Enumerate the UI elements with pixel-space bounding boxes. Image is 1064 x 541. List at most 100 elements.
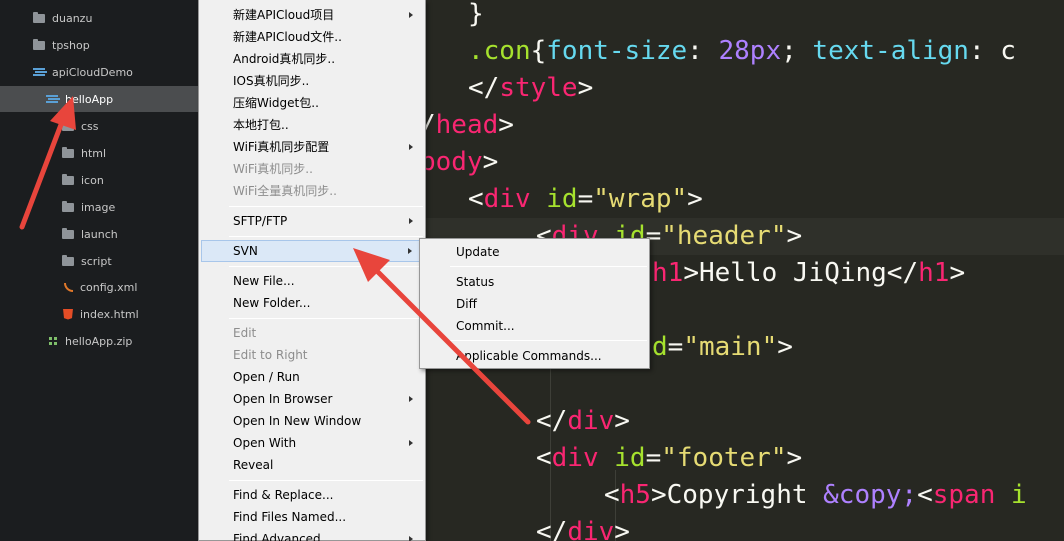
tree-item-index-html[interactable]: index.html xyxy=(0,301,198,327)
tree-item-script[interactable]: script xyxy=(0,248,198,274)
menu-item-label: Find Files Named... xyxy=(233,510,347,524)
code-token: div xyxy=(567,517,615,541)
menu-item-label: Commit... xyxy=(456,319,515,333)
submenu-arrow-icon xyxy=(409,144,413,150)
submenu-arrow-icon xyxy=(409,536,413,541)
tree-item-label: helloApp xyxy=(65,92,114,106)
menu-item-wifi-sync-config[interactable]: WiFi真机同步配置 xyxy=(201,136,423,158)
tree-item-label: duanzu xyxy=(52,11,93,25)
code-token: </ xyxy=(536,517,568,541)
menu-item-label: Status xyxy=(456,275,495,289)
menu-separator xyxy=(229,236,423,237)
project-tree[interactable]: duanzu tpshop apiCloudDemo helloApp css … xyxy=(0,0,200,541)
tree-item-config-xml[interactable]: config.xml xyxy=(0,274,198,300)
menu-separator xyxy=(229,480,423,481)
menu-item-label: 新建APICloud项目 xyxy=(233,8,335,22)
code-token: > xyxy=(498,110,514,140)
html5-file-icon xyxy=(63,308,73,320)
menu-item-reveal[interactable]: Reveal xyxy=(201,454,423,476)
menu-item-svn[interactable]: SVN xyxy=(201,240,423,262)
code-token: = xyxy=(667,332,684,362)
code-token: </ xyxy=(468,73,500,103)
code-token: > xyxy=(614,406,630,436)
code-token: &copy; xyxy=(823,480,918,510)
menu-separator xyxy=(229,206,423,207)
code-token: body xyxy=(420,147,483,177)
folder-icon xyxy=(33,38,45,50)
tree-item-label: image xyxy=(81,200,116,214)
tree-item-tpshop[interactable]: tpshop xyxy=(0,32,198,58)
code-token: h1 xyxy=(652,258,684,288)
tree-item-apiclouddemo[interactable]: apiCloudDemo xyxy=(0,59,198,85)
code-line: </div> xyxy=(536,514,630,541)
menu-item-compress-widget[interactable]: 压缩Widget包.. xyxy=(201,92,423,114)
tree-item-duanzu[interactable]: duanzu xyxy=(0,5,198,31)
menu-item-open-in-browser[interactable]: Open In Browser xyxy=(201,388,423,410)
tree-item-css[interactable]: css xyxy=(0,113,198,139)
code-token: "header" xyxy=(661,221,787,251)
menu-item-new-file[interactable]: New File... xyxy=(201,270,423,292)
code-token: < xyxy=(468,184,484,214)
menu-item-find-replace[interactable]: Find & Replace... xyxy=(201,484,423,506)
menu-item-open-run[interactable]: Open / Run xyxy=(201,366,423,388)
menu-item-new-folder[interactable]: New Folder... xyxy=(201,292,423,314)
code-token: < xyxy=(917,480,933,510)
menu-item-local-package[interactable]: 本地打包.. xyxy=(201,114,423,136)
tree-item-icon[interactable]: icon xyxy=(0,167,198,193)
code-token: h1 xyxy=(918,258,950,288)
context-menu[interactable]: 新建APICloud项目 新建APICloud文件.. Android真机同步.… xyxy=(198,0,426,541)
menu-item-android-sync[interactable]: Android真机同步.. xyxy=(201,48,423,70)
code-token: "footer" xyxy=(661,443,787,473)
tree-item-label: tpshop xyxy=(52,38,90,52)
menu-item-label: Open In Browser xyxy=(233,392,333,406)
menu-item-svn-status[interactable]: Status xyxy=(422,271,647,293)
menu-item-open-in-new-window[interactable]: Open In New Window xyxy=(201,410,423,432)
tree-item-helloapp[interactable]: helloApp xyxy=(0,86,198,112)
zip-file-icon xyxy=(48,336,58,346)
tree-item-label: apiCloudDemo xyxy=(52,65,133,79)
code-token: > xyxy=(777,332,793,362)
menu-item-find-files-named[interactable]: Find Files Named... xyxy=(201,506,423,528)
tree-item-label: html xyxy=(81,146,107,160)
code-token: h5 xyxy=(619,480,651,510)
code-token: > xyxy=(949,258,966,288)
code-token: span xyxy=(932,480,996,510)
code-token: >Hello JiQing</ xyxy=(683,258,919,288)
tree-item-html[interactable]: html xyxy=(0,140,198,166)
menu-item-label: Open In New Window xyxy=(233,414,362,428)
code-token: div xyxy=(551,443,599,473)
code-token: 28px xyxy=(718,36,782,66)
menu-item-new-apicloud-file[interactable]: 新建APICloud文件.. xyxy=(201,26,423,48)
menu-item-label: Edit to Right xyxy=(233,348,308,362)
code-token: div xyxy=(567,406,615,436)
code-line: <div id="footer"> xyxy=(536,440,802,477)
tree-item-image[interactable]: image xyxy=(0,194,198,220)
code-line: d="main"> xyxy=(652,329,793,366)
svn-submenu[interactable]: Update Status Diff Commit... Applicable … xyxy=(419,238,650,369)
menu-item-new-apicloud-project[interactable]: 新建APICloud项目 xyxy=(201,4,423,26)
menu-item-ios-sync[interactable]: IOS真机同步.. xyxy=(201,70,423,92)
menu-item-svn-applicable-commands[interactable]: Applicable Commands... xyxy=(422,345,647,367)
menu-item-find-advanced[interactable]: Find Advanced... xyxy=(201,528,423,541)
tree-item-helloapp-zip[interactable]: helloApp.zip xyxy=(0,328,198,354)
menu-item-label: WiFi全量真机同步.. xyxy=(233,184,337,198)
menu-item-label: New File... xyxy=(233,274,295,288)
menu-item-svn-diff[interactable]: Diff xyxy=(422,293,647,315)
menu-item-label: Reveal xyxy=(233,458,274,472)
code-token: text-align xyxy=(812,36,969,66)
folder-icon xyxy=(62,254,74,266)
tree-item-label: script xyxy=(81,254,112,268)
menu-item-open-with[interactable]: Open With xyxy=(201,432,423,454)
menu-item-svn-update[interactable]: Update xyxy=(422,241,647,263)
code-line: .con{font-size: 28px; text-align: c xyxy=(468,33,1016,70)
menu-separator xyxy=(450,266,647,267)
rss-file-icon xyxy=(64,282,73,292)
menu-item-sftp-ftp[interactable]: SFTP/FTP xyxy=(201,210,423,232)
menu-item-label: Update xyxy=(456,245,500,259)
menu-item-label: Open With xyxy=(233,436,297,450)
tree-item-launch[interactable]: launch xyxy=(0,221,198,247)
folder-icon xyxy=(33,11,45,23)
tree-item-label: icon xyxy=(81,173,104,187)
menu-item-svn-commit[interactable]: Commit... xyxy=(422,315,647,337)
